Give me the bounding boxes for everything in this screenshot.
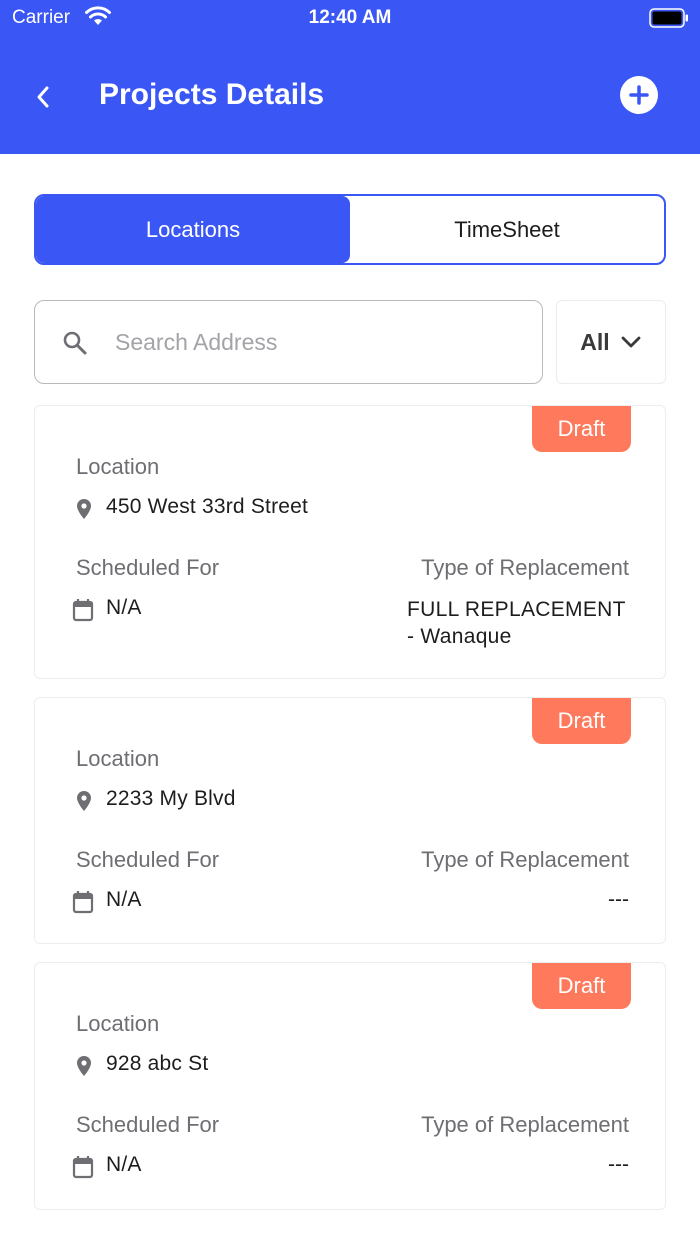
location-card[interactable]: Draft Location 2233 My Blvd Scheduled Fo…	[34, 697, 666, 944]
location-address: 2233 My Blvd	[106, 787, 236, 810]
replacement-label: Type of Replacement	[421, 555, 629, 580]
add-button[interactable]	[620, 76, 658, 114]
scheduled-label: Scheduled For	[76, 1112, 220, 1137]
status-time: 12:40 AM	[308, 7, 392, 28]
location-label: Location	[76, 454, 160, 479]
replacement-value: FULL REPLACEMENT - Wanaque	[407, 596, 629, 650]
search-input[interactable]	[115, 321, 525, 363]
scheduled-label: Scheduled For	[76, 555, 220, 580]
location-card[interactable]: Draft Location 928 abc St Scheduled For …	[34, 962, 666, 1210]
scheduled-value: N/A	[106, 596, 142, 619]
status-badge: Draft	[532, 963, 631, 1009]
tab-locations[interactable]: Locations	[36, 196, 350, 263]
scheduled-label: Scheduled For	[76, 847, 220, 872]
search-field[interactable]	[34, 300, 543, 384]
replacement-line: - Wanaque	[407, 625, 512, 648]
location-card[interactable]: Draft Location 450 West 33rd Street Sche…	[34, 405, 666, 679]
chevron-down-icon	[621, 336, 641, 348]
location-pin-icon	[77, 1056, 91, 1076]
calendar-icon	[72, 599, 94, 622]
location-address: 928 abc St	[106, 1052, 209, 1075]
location-label: Location	[76, 746, 160, 771]
location-label: Location	[76, 1011, 160, 1036]
tab-switcher: Locations TimeSheet	[34, 194, 666, 265]
location-pin-icon	[77, 499, 91, 519]
calendar-icon	[72, 891, 94, 914]
search-icon	[63, 331, 87, 355]
app-header: Carrier 12:40 AM Projects Details	[0, 0, 700, 154]
filter-dropdown[interactable]: All	[556, 300, 666, 384]
chevron-left-icon	[37, 86, 49, 108]
status-bar: Carrier 12:40 AM	[0, 0, 700, 38]
plus-icon	[629, 85, 649, 105]
location-address: 450 West 33rd Street	[106, 495, 309, 518]
location-pin-icon	[77, 791, 91, 811]
scheduled-value: N/A	[106, 1153, 142, 1176]
status-badge: Draft	[532, 406, 631, 452]
battery-icon	[649, 8, 688, 28]
status-badge: Draft	[532, 698, 631, 744]
filter-label: All	[580, 328, 610, 355]
back-button[interactable]	[22, 76, 64, 118]
scheduled-value: N/A	[106, 888, 142, 911]
replacement-line: FULL REPLACEMENT	[407, 598, 626, 621]
replacement-label: Type of Replacement	[421, 1112, 629, 1137]
page-title: Projects Details	[99, 78, 325, 111]
replacement-label: Type of Replacement	[421, 847, 629, 872]
replacement-value: ---	[608, 1153, 629, 1176]
calendar-icon	[72, 1156, 94, 1179]
replacement-value: ---	[608, 888, 629, 911]
tab-timesheet[interactable]: TimeSheet	[350, 196, 664, 263]
